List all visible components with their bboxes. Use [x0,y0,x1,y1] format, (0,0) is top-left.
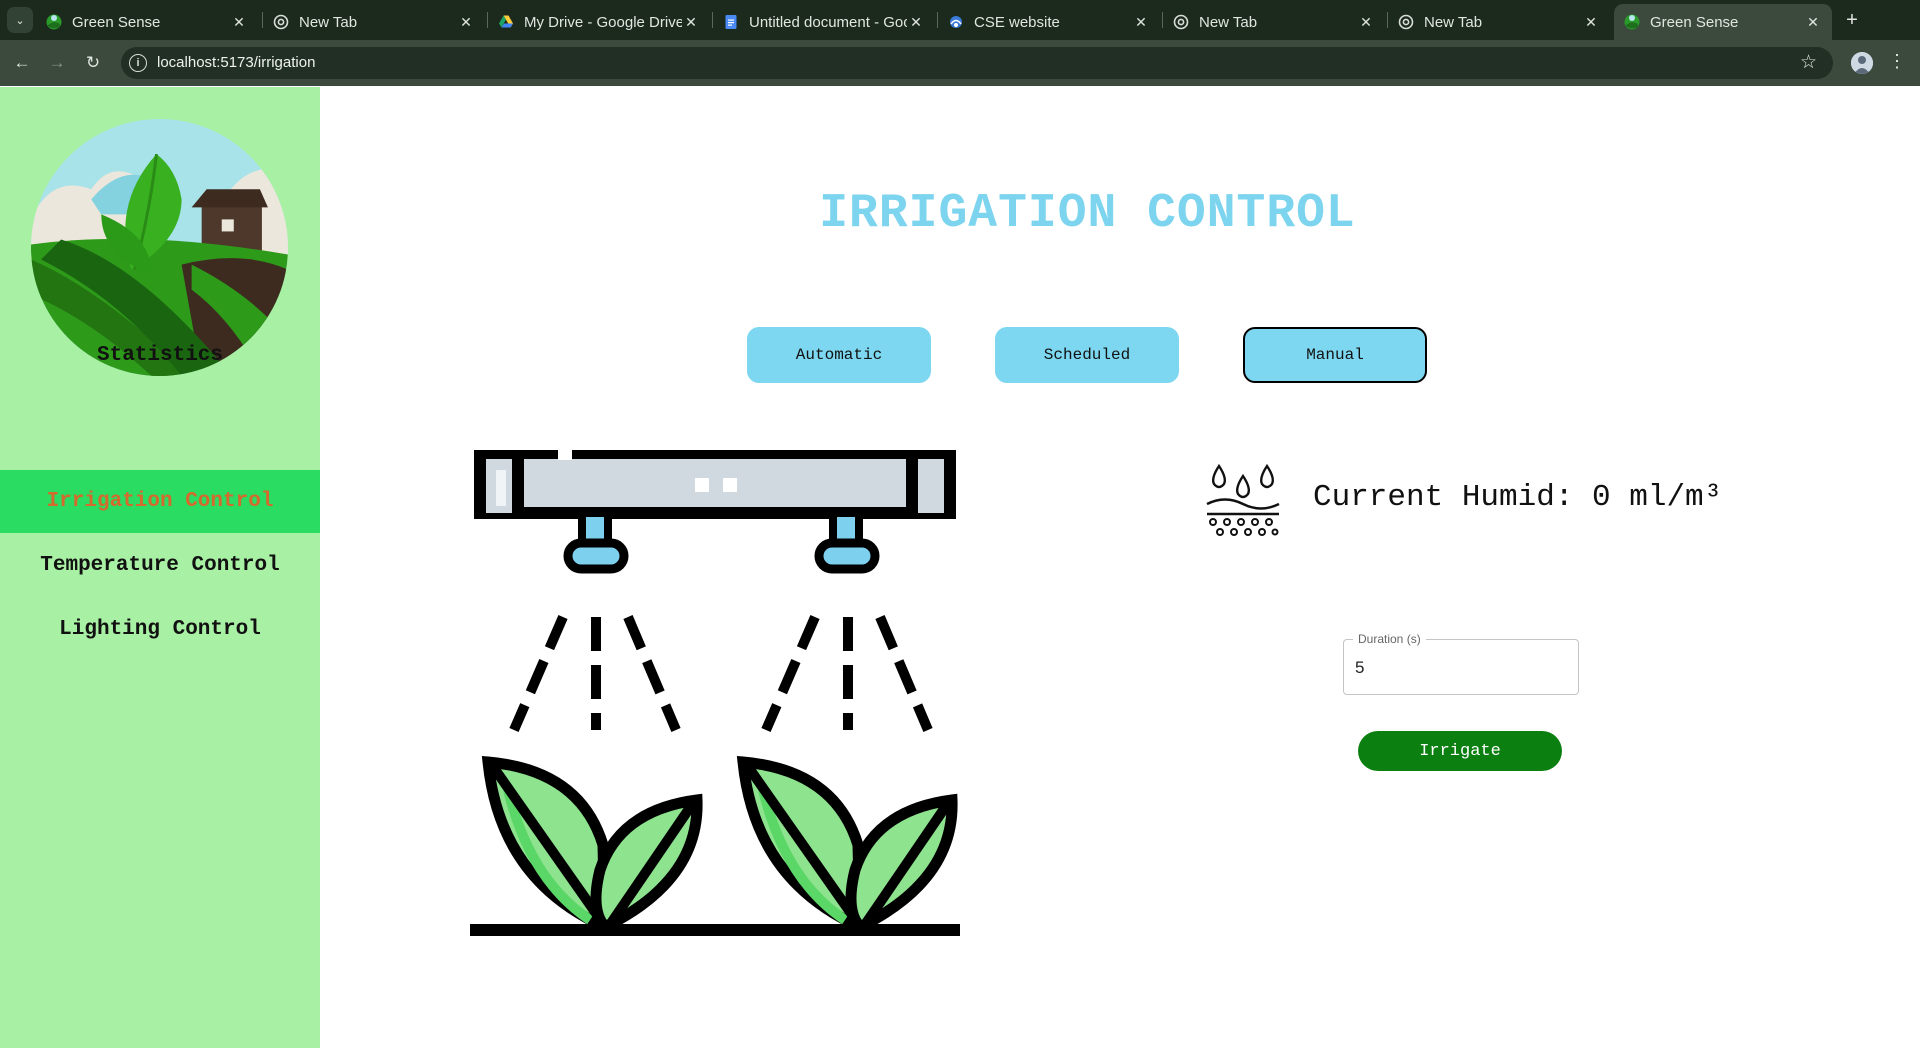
close-tab-icon[interactable]: ✕ [230,14,248,31]
site-info-icon[interactable]: i [129,54,147,72]
tab-title: CSE website [974,13,1060,31]
duration-input-value[interactable]: 5 [1355,658,1364,678]
sidebar-item-temperature-control[interactable]: Temperature Control [0,534,320,597]
browser-tab-active[interactable]: Green Sense ✕ [1614,4,1832,40]
back-arrow-icon[interactable]: ← [9,51,35,75]
browser-tab[interactable]: Green Sense ✕ [36,4,258,40]
manual-mode-button[interactable]: Manual [1243,327,1427,383]
browser-tab[interactable]: New Tab ✕ [1388,4,1610,40]
bookmark-star-icon[interactable]: ☆ [1800,51,1817,74]
tab-title: Untitled document - Google Docs [749,13,907,31]
tab-search-chevron-icon[interactable]: ⌄ [7,7,33,33]
green-sense-favicon-icon [46,14,62,30]
sidebar-item-lighting-control[interactable]: Lighting Control [0,598,320,661]
browser-tab[interactable]: CSE website ✕ [938,4,1160,40]
browser-tab[interactable]: New Tab ✕ [263,4,485,40]
irrigate-button[interactable]: Irrigate [1358,731,1562,771]
tab-title: New Tab [1424,13,1483,31]
forward-arrow-icon[interactable]: → [44,51,70,75]
url-text[interactable]: localhost:5173/irrigation [157,54,315,71]
tab-title: Green Sense [72,13,161,31]
duration-field[interactable] [1343,639,1579,695]
tab-title: My Drive - Google Drive [524,13,682,31]
browser-tab[interactable]: My Drive - Google Drive ✕ [488,4,710,40]
browser-tab[interactable]: Untitled document - Google Docs ✕ [713,4,935,40]
google-docs-favicon-icon [723,14,739,30]
close-tab-icon[interactable]: ✕ [907,14,925,31]
scheduled-mode-button[interactable]: Scheduled [995,327,1179,383]
automatic-mode-button[interactable]: Automatic [747,327,931,383]
close-tab-icon[interactable]: ✕ [1582,14,1600,31]
close-tab-icon[interactable]: ✕ [1804,14,1822,31]
tab-title: New Tab [1199,13,1258,31]
page-title: IRRIGATION CONTROL [819,187,1356,241]
sidebar-item-irrigation-control[interactable]: Irrigation Control [0,470,320,533]
current-humidity-text: Current Humid: 0 ml/m³ [1313,480,1723,515]
sidebar-item-statistics[interactable]: Statistics [0,324,320,387]
cse-favicon-icon [948,14,964,30]
browser-tab[interactable]: New Tab ✕ [1163,4,1385,40]
tab-title: New Tab [299,13,358,31]
main-content: IRRIGATION CONTROL Automatic Scheduled M… [320,87,1920,1048]
address-bar[interactable] [121,47,1833,79]
chrome-favicon-icon [1173,14,1189,30]
green-sense-favicon-icon [1624,14,1640,30]
close-tab-icon[interactable]: ✕ [1132,14,1150,31]
close-tab-icon[interactable]: ✕ [1357,14,1375,31]
google-drive-favicon-icon [498,14,514,30]
humidity-soil-icon [1206,463,1280,536]
profile-avatar-icon[interactable] [1851,52,1873,74]
duration-field-label: Duration (s) [1353,632,1426,646]
close-tab-icon[interactable]: ✕ [682,14,700,31]
tab-title: Green Sense [1650,13,1739,31]
close-tab-icon[interactable]: ✕ [457,14,475,31]
sidebar: Statistics Irrigation Control Temperatur… [0,87,320,1048]
new-tab-plus-icon[interactable]: + [1840,8,1864,32]
chrome-favicon-icon [273,14,289,30]
reload-icon[interactable]: ↻ [80,51,106,75]
sprinkler-plants-illustration [470,450,960,936]
kebab-menu-icon[interactable]: ⋮ [1887,51,1907,72]
chrome-favicon-icon [1398,14,1414,30]
